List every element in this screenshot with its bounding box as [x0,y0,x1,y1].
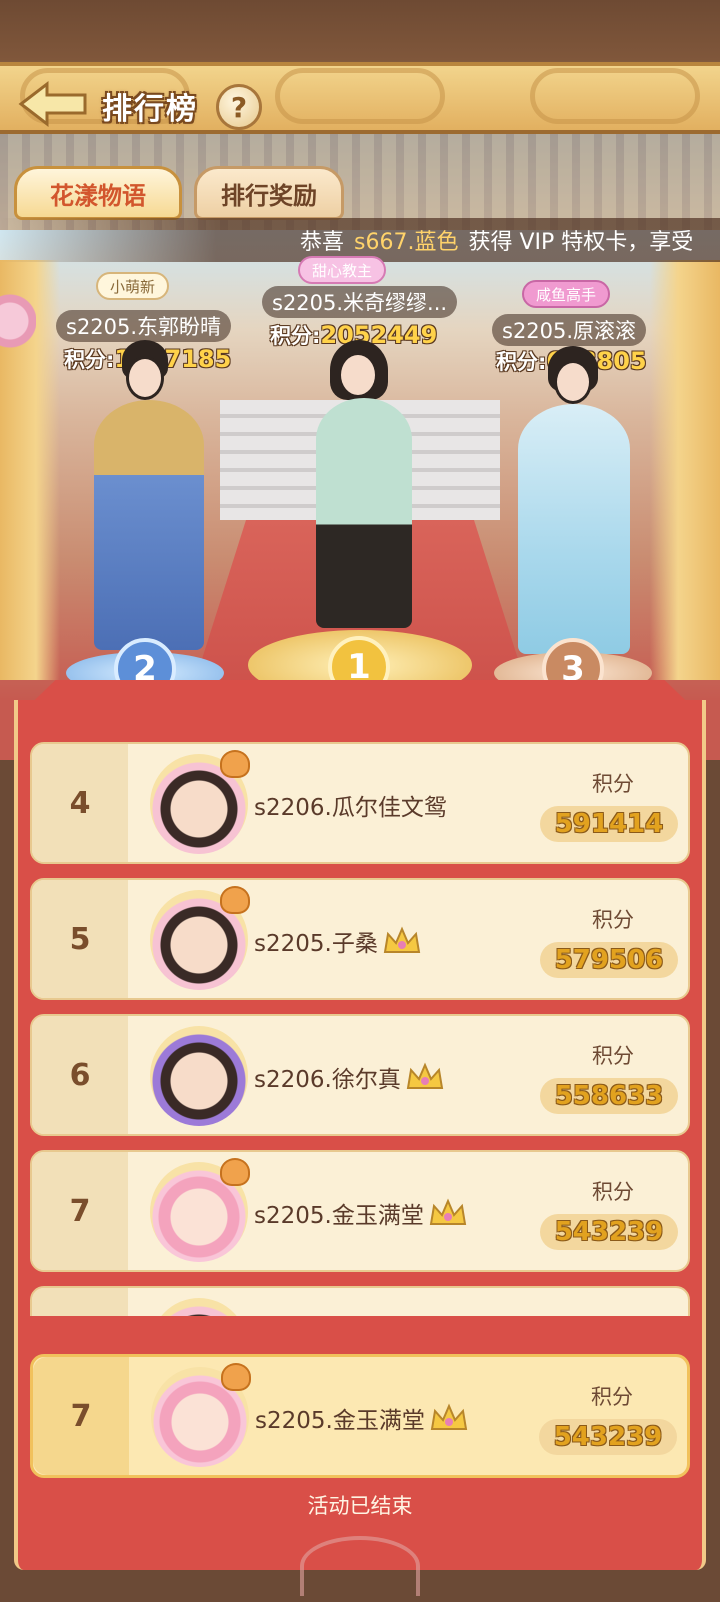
crown-icon [430,1403,468,1430]
list-item[interactable]: 5 s2205.子桑 积分 579506 [30,878,690,1000]
score-label: 积分 [592,1044,634,1068]
crown-icon [429,1198,467,1225]
my-player-name: s2205.金玉满堂 [255,1401,469,1435]
my-rank-content: 7 s2205.金玉满堂 积分 543239 [33,1357,687,1475]
second-character-figure[interactable] [94,400,204,650]
first-score-label: 积分: [270,324,321,348]
event-status-text: 活动已结束 [307,1494,413,1518]
first-score-value: 2052449 [320,321,438,349]
back-button[interactable] [14,80,92,128]
score-value: 543239 [540,1214,678,1250]
rank-number: 7 [32,1152,128,1270]
rank-number: 6 [32,1016,128,1134]
avatar[interactable] [150,1026,248,1126]
my-score-value: 543239 [539,1419,677,1455]
third-score-label: 积分: [496,350,547,374]
my-rank-number: 7 [33,1357,129,1475]
second-name[interactable]: s2205.东郭盼晴 [56,310,232,342]
rank-number: 5 [32,880,128,998]
my-rank-row[interactable]: 7 s2205.金玉满堂 积分 543239 [30,1354,690,1478]
first-character-figure[interactable] [316,398,412,628]
third-character-head [554,360,592,404]
first-badge: 甜心教主 [298,256,387,284]
help-icon[interactable]: ? [216,84,262,130]
player-name-text: s2205.金玉满堂 [254,1203,424,1229]
score-value: 591414 [540,806,678,842]
player-name-text: s2206.瓜尔佳文鸳 [254,795,447,821]
score-value: 579506 [540,942,678,978]
tab-flower-story[interactable]: 花漾物语 [14,166,182,220]
cat-ear-icon [220,886,250,914]
avatar[interactable] [150,886,250,990]
ticker-suffix: 获得 VIP 特权卡，享受 [468,230,694,255]
rank-number: 4 [32,744,128,862]
header-ornament-center [275,68,445,124]
third-character-figure[interactable] [518,404,630,654]
curtain-right [650,260,720,680]
player-name-text: s2206.徐尔真 [254,1067,401,1093]
cat-ear-icon [220,750,250,778]
score-label: 积分 [592,772,634,796]
bottom-ornament [300,1536,420,1596]
crown-icon [383,926,421,953]
first-name[interactable]: s2205.米奇缪缪... [262,286,458,318]
avatar[interactable] [150,750,250,854]
ticker-prefix: 恭喜 [300,230,345,255]
score-label: 积分 [592,1312,634,1316]
side-flower-icon[interactable] [0,290,36,352]
score-label: 积分 [592,908,634,932]
my-player-name-text: s2205.金玉满堂 [255,1408,425,1434]
rank-number [32,1288,128,1316]
back-arrow-icon [18,80,87,128]
list-item[interactable]: 6 s2206.徐尔真 积分 558633 [30,1014,690,1136]
second-character-head [126,356,164,400]
my-score-label: 积分 [591,1385,633,1409]
podium-scene: 排行榜 ? 花漾物语 排行奖励 恭喜 s667.蓝色 获得 VIP 特权卡，享受… [0,0,720,760]
player-name-text: s2205.子桑 [254,931,378,957]
avatar[interactable] [150,1158,250,1262]
cat-ear-icon [220,1158,250,1186]
ticker-highlight: s667.蓝色 [354,230,459,255]
player-name: s2205.子桑 [254,924,422,958]
page-title: 排行榜 [102,92,198,127]
tab-rank-rewards[interactable]: 排行奖励 [194,166,344,220]
second-badge: 小萌新 [96,272,170,300]
third-badge: 咸鱼高手 [522,280,611,308]
score-value: 558633 [540,1078,678,1114]
first-character-head [338,352,378,398]
ranking-list[interactable]: 4 s2206.瓜尔佳文鸳 积分 591414 5 s2205.子桑 积分 57… [30,742,690,1316]
avatar[interactable] [150,1298,248,1316]
player-name: s2206.瓜尔佳文鸳 [254,788,447,822]
cat-ear-icon [221,1363,251,1391]
player-name: s2205.金玉满堂 [254,1196,468,1230]
player-name: s2206.徐尔真 [254,1060,445,1094]
header-ornament-right [530,68,700,124]
third-name[interactable]: s2205.原滚滚 [492,314,647,346]
score-label: 积分 [592,1180,634,1204]
list-item[interactable]: 积分 [30,1286,690,1316]
crown-icon [406,1062,444,1089]
my-avatar[interactable] [151,1363,251,1467]
list-item[interactable]: 7 s2205.金玉满堂 积分 543239 [30,1150,690,1272]
second-score-label: 积分: [64,348,115,372]
list-item[interactable]: 4 s2206.瓜尔佳文鸳 积分 591414 [30,742,690,864]
